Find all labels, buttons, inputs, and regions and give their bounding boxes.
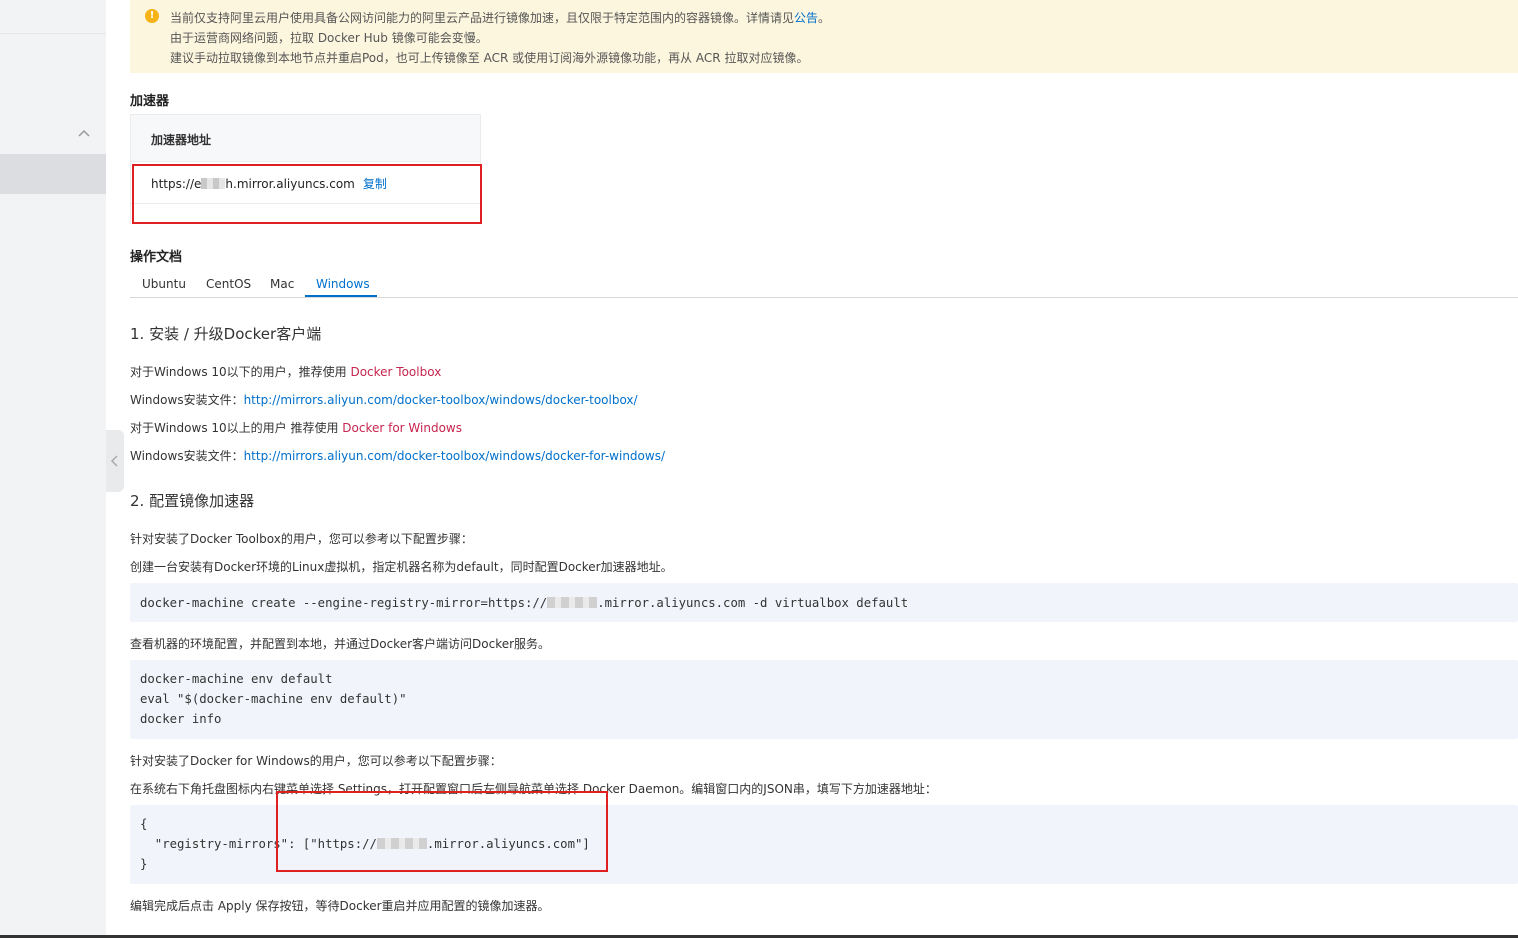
notice-line-3: 建议手动拉取镜像到本地节点并重启Pod，也可上传镜像至 ACR 或使用订阅海外源… [170, 51, 809, 65]
annotation-box-json [276, 791, 608, 872]
code-line-2: eval "$(docker-machine env default)" [140, 692, 407, 706]
step1-p3-text: 对于Windows 10以上的用户 推荐使用 [130, 421, 343, 435]
step2-paragraph-2: 创建一台安装有Docker环境的Linux虚拟机，指定机器名称为default，… [130, 560, 673, 574]
docs-section-title: 操作文档 [130, 250, 183, 265]
code-block-machine-create: docker-machine create --engine-registry-… [130, 583, 1518, 622]
chevron-left-icon [110, 455, 118, 467]
warning-icon: ! [145, 9, 159, 23]
step2-paragraph-3: 查看机器的环境配置，并配置到本地，并通过Docker客户端访问Docker服务。 [130, 637, 551, 651]
step1-paragraph-3: 对于Windows 10以上的用户 推荐使用 Docker for Window… [130, 419, 462, 436]
step1-p1-text: 对于Windows 10以下的用户，推荐使用 [130, 365, 351, 379]
code-line-1: { [140, 817, 148, 831]
sidebar-divider [0, 33, 106, 34]
active-tab-indicator [305, 295, 377, 297]
notice-text: 当前仅支持阿里云用户使用具备公网访问能力的阿里云产品进行镜像加速，且仅限于特定范… [170, 11, 795, 25]
notice-banner: ! 当前仅支持阿里云用户使用具备公网访问能力的阿里云产品进行镜像加速，且仅限于特… [130, 0, 1518, 73]
step1-paragraph-2: Windows安装文件：http://mirrors.aliyun.com/do… [130, 391, 638, 408]
tab-windows[interactable]: Windows [316, 277, 370, 291]
step1-paragraph-4: Windows安装文件：http://mirrors.aliyun.com/do… [130, 447, 665, 464]
code-text: .mirror.aliyuncs.com -d virtualbox defau… [597, 596, 909, 610]
accelerator-section-title: 加速器 [130, 94, 170, 109]
docker-for-windows-download-link[interactable]: http://mirrors.aliyun.com/docker-toolbox… [244, 449, 665, 463]
step1-p2-text: Windows安装文件： [130, 393, 244, 407]
step1-heading: 1. 安装 / 升级Docker客户端 [130, 325, 322, 343]
docker-toolbox-label: Docker Toolbox [350, 365, 442, 379]
docker-toolbox-download-link[interactable]: http://mirrors.aliyun.com/docker-toolbox… [244, 393, 638, 407]
tab-ubuntu[interactable]: Ubuntu [142, 277, 186, 291]
sidebar [0, 0, 106, 936]
code-block-machine-env: docker-machine env default eval "$(docke… [130, 660, 1518, 739]
accelerator-table-header: 加速器地址 [131, 115, 480, 162]
docker-for-windows-label: Docker for Windows [342, 421, 462, 435]
notice-link[interactable]: 公告 [794, 11, 818, 25]
step2-paragraph-6: 编辑完成后点击 Apply 保存按钮，等待Docker重启并应用配置的镜像加速器… [130, 899, 550, 913]
code-line-1: docker-machine env default [140, 672, 333, 686]
redacted-segment [547, 597, 598, 608]
notice-line-2: 由于运营商网络问题，拉取 Docker Hub 镜像可能会变慢。 [170, 31, 488, 45]
step2-paragraph-1: 针对安装了Docker Toolbox的用户，您可以参考以下配置步骤： [130, 532, 473, 546]
notice-line-1: 当前仅支持阿里云用户使用具备公网访问能力的阿里云产品进行镜像加速，且仅限于特定范… [170, 9, 830, 26]
annotation-box-accelerator [132, 164, 482, 224]
code-text: docker-machine create --engine-registry-… [140, 596, 548, 610]
step2-paragraph-4: 针对安装了Docker for Windows的用户，您可以参考以下配置步骤： [130, 754, 502, 768]
code-lines: docker-machine env default eval "$(docke… [140, 669, 407, 729]
code-line-3: docker info [140, 712, 222, 726]
sidebar-item-active[interactable] [0, 154, 106, 194]
code-line: docker-machine create --engine-registry-… [140, 593, 908, 613]
chevron-up-icon[interactable] [76, 126, 92, 142]
tab-mac[interactable]: Mac [270, 277, 294, 291]
step1-p4-text: Windows安装文件： [130, 449, 244, 463]
os-tabs: Ubuntu CentOS Mac Windows [130, 272, 1518, 298]
accelerator-column-header: 加速器地址 [151, 133, 212, 147]
code-line-3: } [140, 857, 148, 871]
step1-paragraph-1: 对于Windows 10以下的用户，推荐使用 Docker Toolbox [130, 363, 441, 380]
sidebar-collapse-handle[interactable] [106, 430, 124, 492]
step2-heading: 2. 配置镜像加速器 [130, 492, 255, 510]
tab-centos[interactable]: CentOS [206, 277, 251, 291]
notice-text-end: 。 [818, 11, 831, 25]
